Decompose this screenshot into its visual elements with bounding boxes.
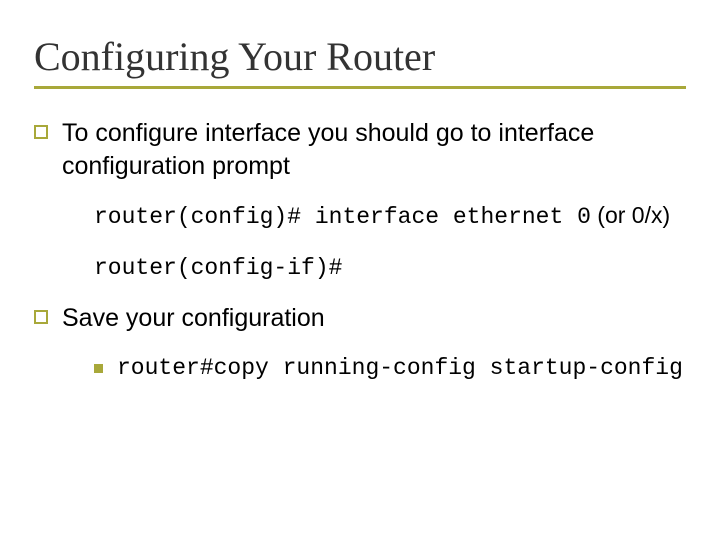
bullet-item: To configure interface you should go to … — [34, 117, 686, 182]
code-text: router(config)# interface ethernet 0 — [94, 204, 591, 230]
code-line: router(config)# interface ethernet 0 (or… — [94, 200, 686, 233]
bullet-text: To configure interface you should go to … — [62, 117, 686, 182]
sub-bullet-item: router#copy running-config startup-confi… — [94, 353, 686, 384]
page-title: Configuring Your Router — [34, 36, 686, 89]
code-text: router(config-if)# — [94, 255, 342, 281]
filled-square-bullet-icon — [94, 364, 103, 373]
code-text: router#copy running-config startup-confi… — [117, 353, 683, 384]
square-bullet-icon — [34, 125, 48, 139]
slide: Configuring Your Router To configure int… — [0, 0, 720, 540]
square-bullet-icon — [34, 310, 48, 324]
bullet-text: Save your configuration — [62, 302, 325, 335]
code-tail: (or 0/x) — [591, 202, 670, 228]
code-block: router(config-if)# — [94, 251, 686, 284]
bullet-item: Save your configuration — [34, 302, 686, 335]
code-block: router(config)# interface ethernet 0 (or… — [94, 200, 686, 233]
code-line: router(config-if)# — [94, 251, 686, 284]
